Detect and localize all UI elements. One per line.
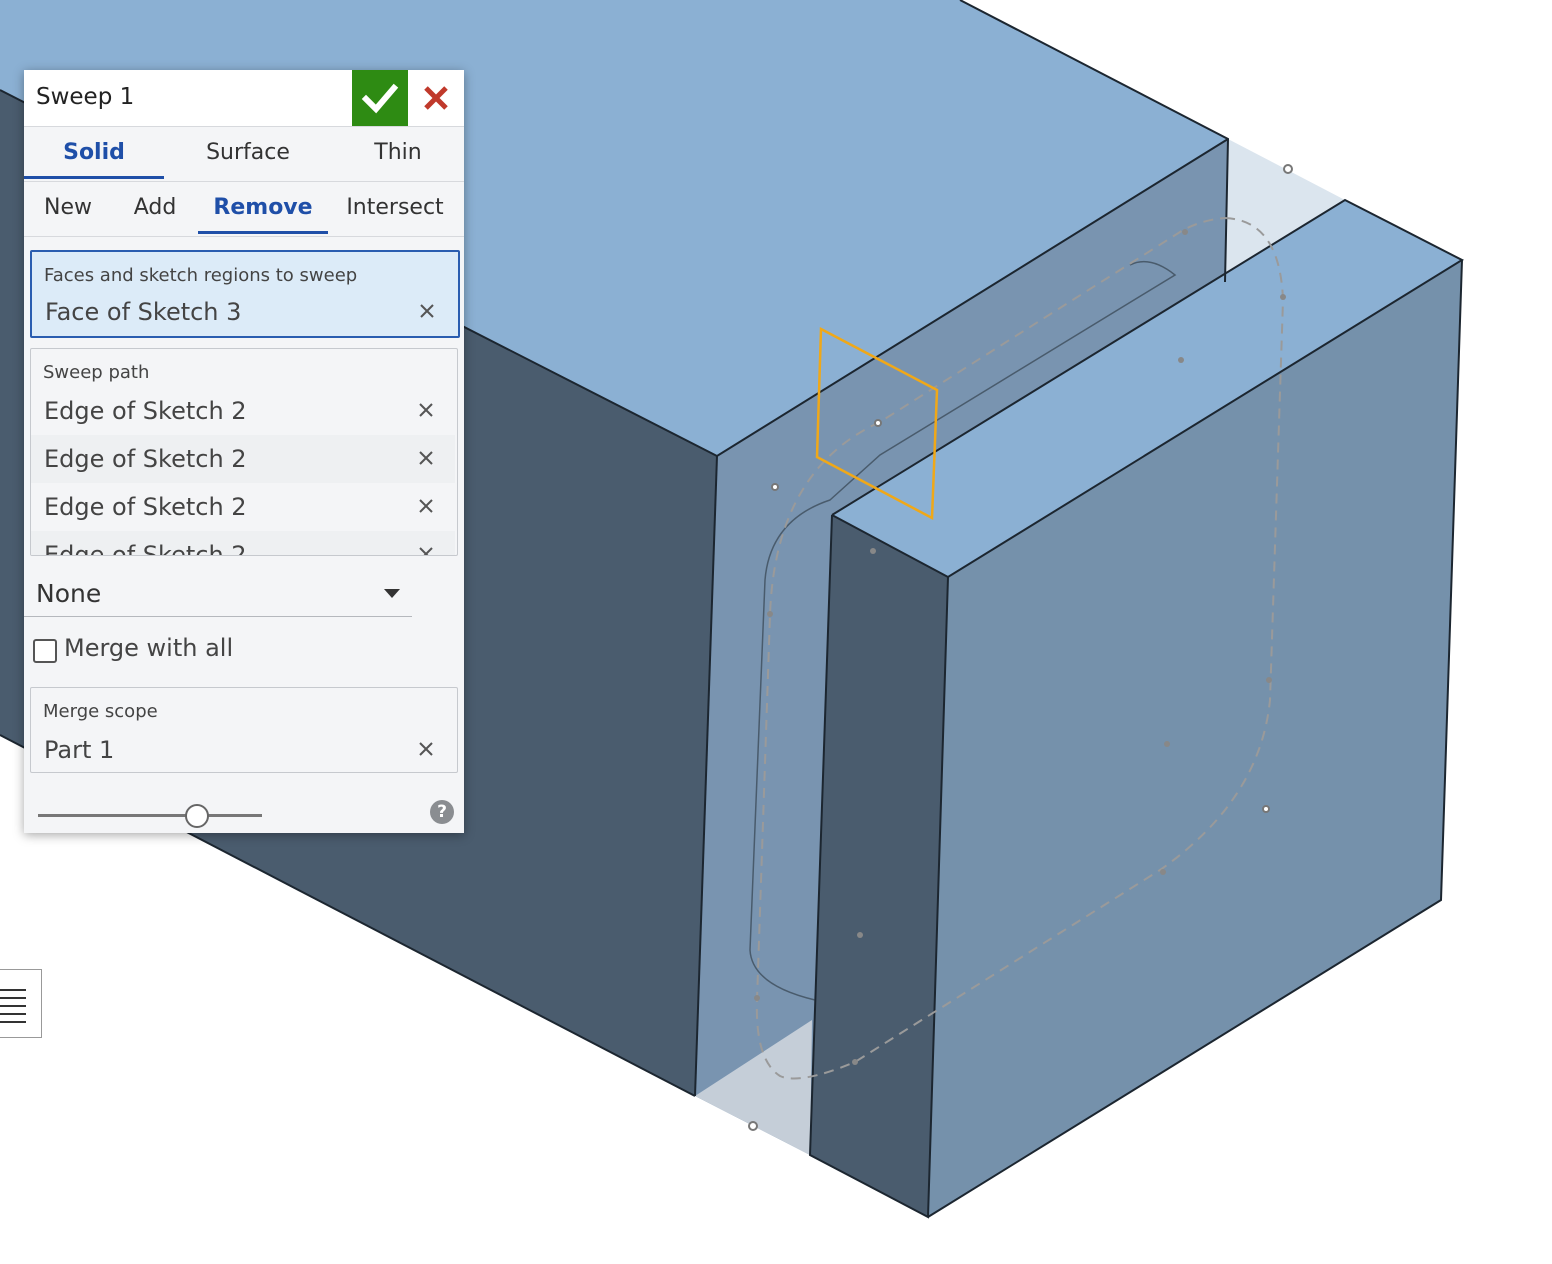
sketch-point[interactable] (857, 932, 863, 938)
merge-scope-field[interactable]: Merge scope Part 1 (30, 687, 458, 773)
selection-item-label: Edge of Sketch 2 (44, 445, 247, 473)
faces-selection-field[interactable]: Faces and sketch regions to sweep Face o… (30, 250, 460, 338)
sketch-point[interactable] (1178, 357, 1184, 363)
tab-thin[interactable]: Thin (334, 127, 462, 179)
dialog-title: Sweep 1 (36, 84, 135, 110)
sketch-point[interactable] (771, 483, 779, 491)
selection-item[interactable]: Edge of Sketch 2 (31, 483, 455, 531)
body-type-tabs: Solid Surface Thin (24, 127, 464, 182)
caret-down-icon (384, 589, 400, 598)
tab-solid[interactable]: Solid (24, 127, 164, 179)
sketch-point[interactable] (874, 419, 882, 427)
sketch-point[interactable] (754, 995, 760, 1001)
merge-scope-label: Merge scope (43, 701, 158, 722)
confirm-button[interactable] (352, 70, 408, 126)
sweep-path-field[interactable]: Sweep path Edge of Sketch 2 Edge of Sket… (30, 348, 458, 556)
dialog-header: Sweep 1 (24, 70, 464, 127)
x-icon[interactable] (417, 449, 435, 467)
selection-item[interactable]: Edge of Sketch 2 (31, 531, 455, 556)
selection-item-label: Edge of Sketch 2 (44, 493, 247, 521)
sketch-point[interactable] (1266, 677, 1272, 683)
sketch-point[interactable] (870, 548, 876, 554)
selection-item-label: Face of Sketch 3 (45, 298, 242, 326)
sketch-point[interactable] (1160, 869, 1166, 875)
merge-with-all-label[interactable]: Merge with all (64, 634, 233, 662)
x-icon[interactable] (417, 545, 435, 556)
sketch-point[interactable] (1280, 294, 1286, 300)
tab-add[interactable]: Add (122, 182, 188, 234)
merge-with-all-checkbox[interactable] (33, 639, 57, 663)
x-icon[interactable] (417, 497, 435, 515)
selection-item[interactable]: Edge of Sketch 2 (31, 435, 455, 483)
sketch-point[interactable] (748, 1121, 758, 1131)
tab-intersect[interactable]: Intersect (340, 182, 450, 234)
slider-track[interactable] (38, 814, 262, 817)
dropdown-value: None (36, 579, 102, 608)
sketch-point[interactable] (1283, 164, 1293, 174)
list-button[interactable] (0, 969, 42, 1038)
sketch-point[interactable] (1164, 741, 1170, 747)
slider-thumb[interactable] (184, 804, 209, 828)
tab-surface[interactable]: Surface (174, 127, 322, 179)
selection-item-label: Edge of Sketch 2 (44, 397, 247, 425)
path-field-label: Sweep path (43, 362, 150, 383)
operation-tabs: New Add Remove Intersect (24, 182, 464, 237)
selection-item-label: Part 1 (44, 736, 115, 764)
sketch-point[interactable] (1182, 229, 1188, 235)
sketch-point[interactable] (767, 611, 773, 617)
faces-field-label: Faces and sketch regions to sweep (44, 265, 358, 286)
close-icon (424, 86, 448, 110)
sketch-point[interactable] (852, 1059, 858, 1065)
tab-remove[interactable]: Remove (198, 182, 328, 234)
x-icon[interactable] (417, 401, 435, 419)
selection-item[interactable]: Face of Sketch 3 (32, 288, 456, 336)
help-icon[interactable]: ? (430, 800, 454, 824)
x-icon[interactable] (418, 302, 436, 320)
list-icon (0, 989, 26, 1023)
x-icon[interactable] (417, 740, 435, 758)
tab-new[interactable]: New (32, 182, 104, 234)
selection-item[interactable]: Edge of Sketch 2 (31, 387, 455, 435)
selection-item[interactable]: Part 1 (31, 726, 455, 774)
sweep-dialog: Sweep 1 Solid Surface Thin New Add Remov… (24, 70, 464, 833)
selection-item-label: Edge of Sketch 2 (44, 541, 247, 556)
profile-control-dropdown[interactable]: None (24, 572, 412, 617)
cancel-button[interactable] (408, 70, 464, 126)
model-front-face-right[interactable] (810, 515, 948, 1217)
check-icon (361, 83, 399, 114)
sketch-point[interactable] (1262, 805, 1270, 813)
